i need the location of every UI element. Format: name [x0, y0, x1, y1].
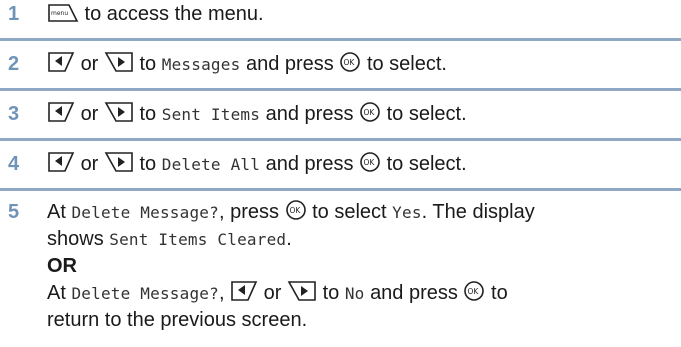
step-text: menu to access the menu.: [47, 0, 264, 29]
step-text: or to Sent Items and press OK to select.: [47, 100, 467, 129]
svg-text:OK: OK: [364, 108, 376, 117]
right-nav-key-icon: [104, 152, 133, 172]
step-number: 2: [8, 53, 20, 75]
option-no: No: [344, 284, 365, 303]
display-message: Sent Items Cleared: [109, 230, 287, 249]
ok-key-icon: OK: [340, 52, 361, 72]
step-5-line-5: return to the previous screen.: [47, 309, 308, 331]
menu-key-icon: menu: [48, 4, 79, 22]
option-yes: Yes: [392, 203, 422, 222]
left-nav-key-icon: [231, 281, 258, 301]
left-nav-key-icon: [48, 52, 75, 72]
step-5-line-4: At Delete Message?, or to No and press O…: [47, 279, 508, 308]
step-5-line-2: shows Sent Items Cleared.: [47, 225, 292, 254]
step-text: , press: [218, 201, 279, 223]
divider: [0, 88, 681, 91]
to-select-text: to select.: [366, 53, 447, 75]
and-press-text: and press: [245, 53, 334, 75]
menu-target: Sent Items: [161, 105, 261, 124]
divider: [0, 38, 681, 41]
or-text: or: [263, 282, 282, 304]
svg-text:OK: OK: [468, 287, 480, 296]
ok-key-icon: OK: [464, 281, 485, 301]
divider: [0, 138, 681, 141]
or-separator: OR: [47, 255, 77, 277]
to-text: to: [491, 282, 508, 304]
step-text: At: [47, 201, 66, 223]
step-number: 3: [8, 103, 20, 125]
display-prompt: Delete Message?: [71, 284, 219, 303]
menu-target: Delete All: [161, 155, 261, 174]
step-5-line-1: At Delete Message?, press OK to select Y…: [47, 198, 535, 227]
ok-key-icon: OK: [285, 200, 306, 220]
step-number: 5: [8, 201, 20, 223]
step-text: to select: [312, 201, 387, 223]
left-nav-key-icon: [48, 152, 75, 172]
svg-text:OK: OK: [364, 158, 376, 167]
step-text: . The display: [421, 201, 535, 223]
ok-key-icon: OK: [360, 152, 380, 172]
display-prompt: Delete Message?: [71, 203, 219, 222]
to-text: to: [139, 153, 157, 175]
right-nav-key-icon: [104, 52, 133, 72]
menu-target: Messages: [161, 55, 241, 74]
step-text: At: [47, 282, 66, 304]
and-press-text: and press: [265, 103, 354, 125]
step-text: or to Messages and press OK to select.: [47, 50, 447, 79]
step-text: shows: [47, 228, 104, 250]
to-text: to: [139, 103, 157, 125]
step-1-text: to access the menu.: [79, 3, 264, 25]
and-press-text: and press: [370, 282, 458, 304]
left-nav-key-icon: [48, 102, 75, 122]
to-text: to: [139, 53, 157, 75]
divider: [0, 188, 681, 191]
step-number: 4: [8, 153, 20, 175]
step-text: .: [286, 228, 292, 250]
ok-key-icon: OK: [360, 102, 380, 122]
or-text: or: [80, 153, 99, 175]
or-text: or: [80, 103, 99, 125]
svg-text:menu: menu: [51, 10, 68, 17]
to-text: to: [322, 282, 340, 304]
or-text: or: [80, 53, 99, 75]
to-select-text: to select.: [386, 103, 467, 125]
step-text: ,: [218, 282, 225, 304]
to-select-text: to select.: [386, 153, 467, 175]
svg-text:OK: OK: [344, 58, 356, 67]
step-text: or to Delete All and press OK to select.: [47, 150, 467, 179]
step-number: 1: [8, 3, 20, 25]
and-press-text: and press: [265, 153, 354, 175]
svg-text:OK: OK: [289, 206, 301, 215]
right-nav-key-icon: [104, 102, 133, 122]
right-nav-key-icon: [287, 281, 316, 301]
